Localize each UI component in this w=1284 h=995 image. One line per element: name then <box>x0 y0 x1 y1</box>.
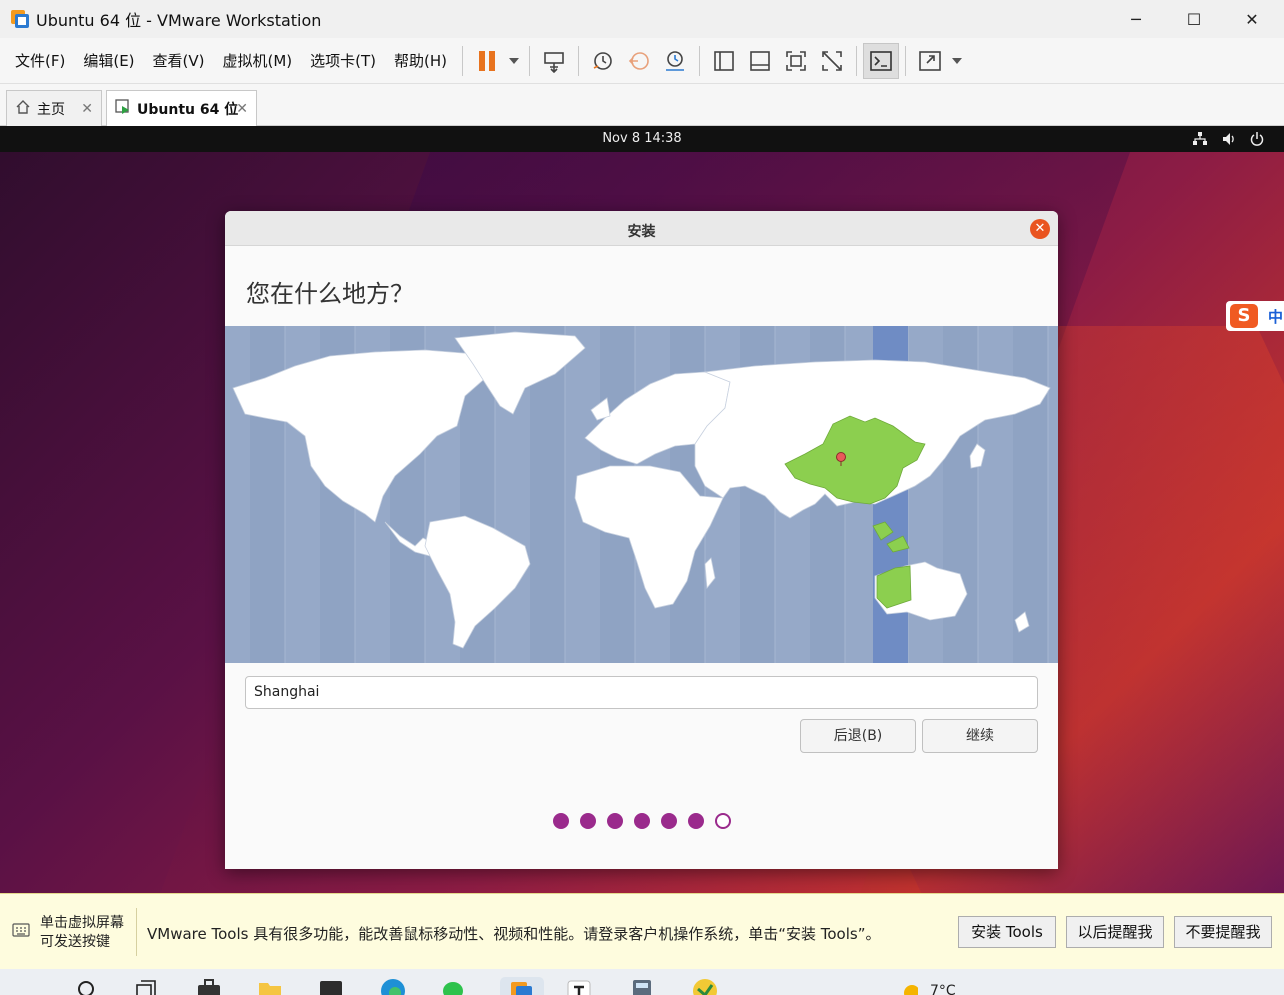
power-icon[interactable] <box>1249 131 1265 151</box>
progress-dot <box>553 813 569 829</box>
toolbar-separator <box>699 45 701 76</box>
search-icon[interactable] <box>74 977 100 995</box>
hint-line-2: 可发送按键 <box>40 934 110 950</box>
tab-home[interactable]: 主页 ✕ <box>6 90 102 126</box>
ubuntu-topbar: Nov 8 14:38 <box>0 126 1284 152</box>
progress-dot <box>661 813 677 829</box>
toolbar-separator <box>529 45 531 76</box>
hint-line-1: 单击虚拟屏幕 <box>40 915 124 931</box>
sogou-ime-widget[interactable]: S 中 <box>1226 301 1284 331</box>
terminal-app-icon[interactable] <box>318 977 344 995</box>
vmware-taskbar-icon[interactable] <box>500 977 544 995</box>
menu-toolbar: 文件(F) 编辑(E) 查看(V) 虚拟机(M) 选项卡(T) 帮助(H) <box>0 38 1284 84</box>
progress-dot <box>634 813 650 829</box>
weather-temperature[interactable]: 7°C <box>930 983 956 995</box>
vm-screen[interactable]: Nov 8 14:38 安装 ✕ 您在什么地方？ Shanghai 后退(B) … <box>0 126 1284 893</box>
toolbar-separator <box>905 45 907 76</box>
progress-dot <box>580 813 596 829</box>
installer-close-button[interactable]: ✕ <box>1030 219 1050 239</box>
progress-dots <box>553 813 742 829</box>
timezone-field[interactable]: Shanghai <box>245 676 1038 709</box>
back-button[interactable]: 后退(B) <box>800 719 916 753</box>
tab-ubuntu-close-icon[interactable]: ✕ <box>236 101 248 117</box>
minimize-button[interactable]: ─ <box>1107 0 1165 38</box>
stretch-icon[interactable] <box>912 43 948 79</box>
unity-icon[interactable] <box>814 43 850 79</box>
window-title: Ubuntu 64 位 - VMware Workstation <box>36 11 322 30</box>
installer-titlebar: 安装 ✕ <box>225 211 1058 246</box>
stretch-dropdown-icon[interactable] <box>948 43 966 79</box>
tab-home-label: 主页 <box>37 101 65 118</box>
console-icon[interactable] <box>863 42 900 79</box>
vmware-tools-bar: 单击虚拟屏幕 可发送按键 VMware Tools 具有很多功能，能改善鼠标移动… <box>0 893 1284 969</box>
menu-vm[interactable]: 虚拟机(M) <box>214 50 302 71</box>
power-dropdown-icon[interactable] <box>505 43 523 79</box>
file-explorer-icon[interactable] <box>257 977 283 995</box>
continue-button[interactable]: 继续 <box>922 719 1038 753</box>
tab-home-close-icon[interactable]: ✕ <box>81 101 93 117</box>
remind-later-button[interactable]: 以后提醒我 <box>1066 916 1164 948</box>
progress-dot <box>688 813 704 829</box>
maximize-button[interactable]: ☐ <box>1165 0 1223 38</box>
ime-mode-label: 中 <box>1268 307 1284 326</box>
toolbar-separator <box>856 45 858 76</box>
tools-message: VMware Tools 具有很多功能，能改善鼠标移动性、视频和性能。请登录客户… <box>147 925 881 943</box>
send-keys-hint: 单击虚拟屏幕 可发送按键 <box>40 914 124 952</box>
installer-title: 安装 <box>627 224 656 240</box>
tab-bar: 主页 ✕ Ubuntu 64 位 ✕ <box>0 84 1284 126</box>
library-view-icon[interactable] <box>742 43 778 79</box>
menu-help[interactable]: 帮助(H) <box>385 50 456 71</box>
divider <box>136 908 137 956</box>
revert-icon[interactable] <box>621 43 657 79</box>
toolbar-separator <box>462 45 464 76</box>
home-icon <box>15 99 31 119</box>
close-window-button[interactable]: ✕ <box>1223 0 1281 38</box>
tab-ubuntu[interactable]: Ubuntu 64 位 ✕ <box>106 90 257 126</box>
sidebar-view-icon[interactable] <box>706 43 742 79</box>
vmware-logo-icon <box>10 9 30 29</box>
menu-tabs[interactable]: 选项卡(T) <box>301 50 385 71</box>
toolbar-separator <box>578 45 580 76</box>
progress-dot <box>607 813 623 829</box>
vm-tab-icon <box>115 98 131 119</box>
snapshot-icon[interactable] <box>585 43 621 79</box>
installer-window: 安装 ✕ 您在什么地方？ Shanghai 后退(B) 继续 <box>225 211 1058 869</box>
sogou-icon: S <box>1230 304 1258 328</box>
network-icon[interactable] <box>1192 131 1208 151</box>
tab-ubuntu-label: Ubuntu 64 位 <box>137 101 239 118</box>
install-tools-button[interactable]: 安装 Tools <box>958 916 1056 948</box>
never-remind-button[interactable]: 不要提醒我 <box>1174 916 1272 948</box>
pinned-app-icon[interactable] <box>692 977 718 995</box>
volume-icon[interactable] <box>1221 131 1237 151</box>
snapshot-manager-icon[interactable] <box>657 43 693 79</box>
fullscreen-icon[interactable] <box>778 43 814 79</box>
task-view-icon[interactable] <box>133 977 159 995</box>
window-titlebar: Ubuntu 64 位 - VMware Workstation ─ ☐ ✕ <box>0 0 1284 38</box>
menu-file[interactable]: 文件(F) <box>6 50 74 71</box>
briefcase-icon[interactable] <box>196 977 222 995</box>
timezone-map[interactable] <box>225 326 1058 663</box>
ubuntu-clock[interactable]: Nov 8 14:38 <box>0 131 1284 146</box>
menu-edit[interactable]: 编辑(E) <box>74 50 143 71</box>
windows-taskbar: 7°C <box>0 969 1284 995</box>
keyboard-icon <box>12 922 30 942</box>
menu-view[interactable]: 查看(V) <box>144 50 214 71</box>
calculator-icon[interactable] <box>629 977 655 995</box>
send-keys-icon[interactable] <box>536 43 572 79</box>
wechat-icon[interactable] <box>441 977 467 995</box>
pause-icon[interactable] <box>469 43 505 79</box>
progress-dot-current <box>715 813 731 829</box>
location-question: 您在什么地方？ <box>246 280 414 308</box>
weather-icon[interactable] <box>900 977 920 995</box>
edge-browser-icon[interactable] <box>380 977 406 995</box>
typora-icon[interactable] <box>566 977 592 995</box>
